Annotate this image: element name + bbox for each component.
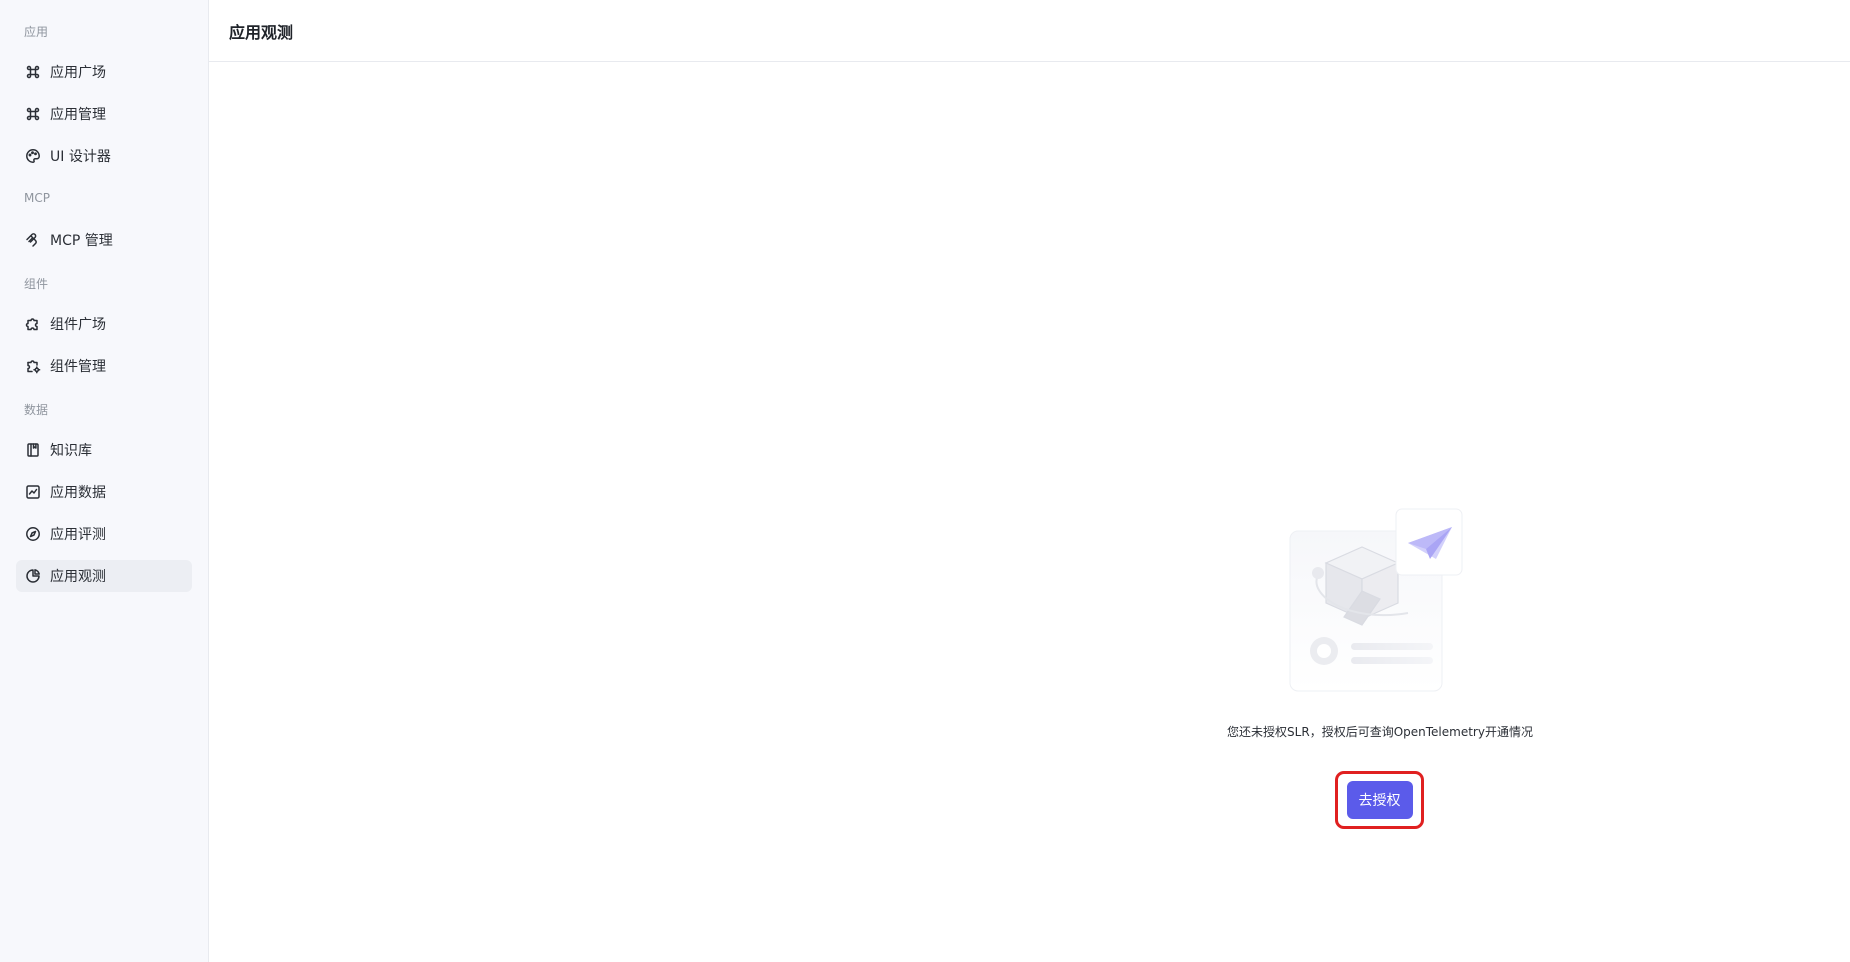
sidebar-item-app-observation[interactable]: 应用观测: [16, 560, 192, 592]
page-title: 应用观测: [229, 22, 294, 42]
sidebar-item-label: 应用广场: [50, 65, 106, 81]
section-title-data: 数据: [24, 403, 49, 417]
page-header: 应用观测: [209, 0, 1850, 62]
sidebar-item-label: 应用观测: [50, 569, 106, 585]
sidebar-item-app-data[interactable]: 应用数据: [16, 476, 192, 508]
sidebar-item-knowledge-base[interactable]: 知识库: [16, 434, 192, 466]
app-root: 应用 应用广场 应用管理 UI 设计器 MCP MCP 管理 组件 组件广场 组…: [0, 0, 1850, 962]
command-icon: [25, 106, 41, 122]
sidebar-item-component-plaza[interactable]: 组件广场: [16, 308, 192, 340]
sidebar-item-component-management[interactable]: 组件管理: [16, 350, 192, 382]
sidebar-item-app-plaza[interactable]: 应用广场: [16, 56, 192, 88]
sidebar-item-label: 应用数据: [50, 485, 106, 501]
book-icon: [25, 442, 41, 458]
sidebar-item-label: MCP 管理: [50, 233, 113, 249]
sidebar-item-label: 组件广场: [50, 317, 106, 333]
sidebar-item-label: 组件管理: [50, 359, 106, 375]
section-title-components: 组件: [24, 277, 49, 291]
sidebar-item-label: 应用评测: [50, 527, 106, 543]
sidebar-item-ui-designer[interactable]: UI 设计器: [16, 140, 192, 172]
authorize-button[interactable]: 去授权: [1346, 781, 1413, 819]
section-title-apps: 应用: [24, 25, 49, 39]
sidebar-item-mcp-management[interactable]: MCP 管理: [16, 224, 192, 256]
sidebar-item-label: UI 设计器: [50, 149, 111, 165]
pie-chart-icon: [25, 568, 41, 584]
puzzle-icon: [25, 316, 41, 332]
sidebar: 应用 应用广场 应用管理 UI 设计器 MCP MCP 管理 组件 组件广场 组…: [0, 0, 209, 962]
mcp-icon: [25, 232, 41, 248]
chart-line-icon: [25, 484, 41, 500]
puzzle-gear-icon: [25, 358, 41, 374]
empty-state-message: 您还未授权SLR，授权后可查询OpenTelemetry开通情况: [1227, 725, 1533, 739]
command-icon: [25, 64, 41, 80]
sidebar-item-app-evaluation[interactable]: 应用评测: [16, 518, 192, 550]
palette-icon: [25, 148, 41, 164]
sidebar-item-label: 知识库: [50, 443, 92, 459]
compass-icon: [25, 526, 41, 542]
authorize-button-highlight: 去授权: [1335, 771, 1424, 829]
empty-state-illustration: [1288, 505, 1478, 695]
sidebar-item-label: 应用管理: [50, 107, 106, 123]
section-title-mcp: MCP: [24, 191, 50, 205]
sidebar-item-app-management[interactable]: 应用管理: [16, 98, 192, 130]
